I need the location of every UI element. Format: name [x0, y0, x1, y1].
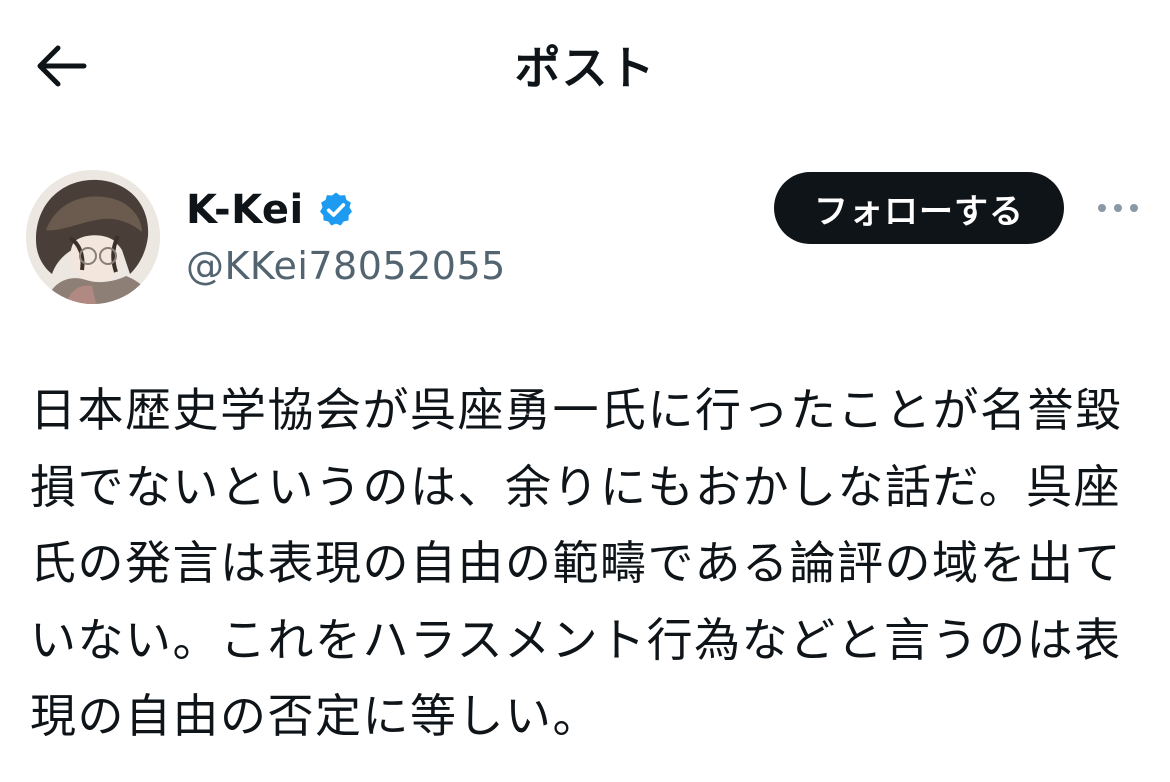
post-text: 日本歴史学協会が呉座勇一氏に行ったことが名誉毀 損でないというのは、余りにもおか… — [30, 372, 1142, 755]
post-text-line: 損でないというのは、余りにもおかしな話だ。呉座 — [30, 459, 1122, 514]
back-button[interactable] — [28, 38, 92, 98]
post-text-line: 現の自由の否定に等しい。 — [30, 689, 600, 743]
more-horizontal-icon — [1096, 199, 1140, 218]
post-text-line: 日本歴史学協会が呉座勇一氏に行ったことが名誉毀 — [30, 383, 1123, 437]
page-title: ポスト — [514, 41, 656, 95]
name-row: K-Kei — [186, 182, 356, 238]
post-text-line: いない。これをハラスメント行為などと言うのは表 — [30, 612, 1122, 667]
post-author: K-Kei @KKei78052055 フォローする — [0, 160, 1170, 310]
follow-button[interactable]: フォローする — [774, 172, 1064, 244]
arrow-left-icon — [32, 44, 88, 92]
avatar[interactable] — [26, 170, 160, 304]
post-text-line: 氏の発言は表現の自由の範疇である論評の域を出て — [30, 536, 1123, 590]
display-name[interactable]: K-Kei — [186, 182, 304, 238]
more-button[interactable] — [1088, 188, 1148, 228]
top-bar: ポスト — [0, 0, 1170, 135]
user-handle[interactable]: @KKei78052055 — [186, 240, 506, 292]
verified-badge-icon[interactable] — [316, 190, 356, 230]
